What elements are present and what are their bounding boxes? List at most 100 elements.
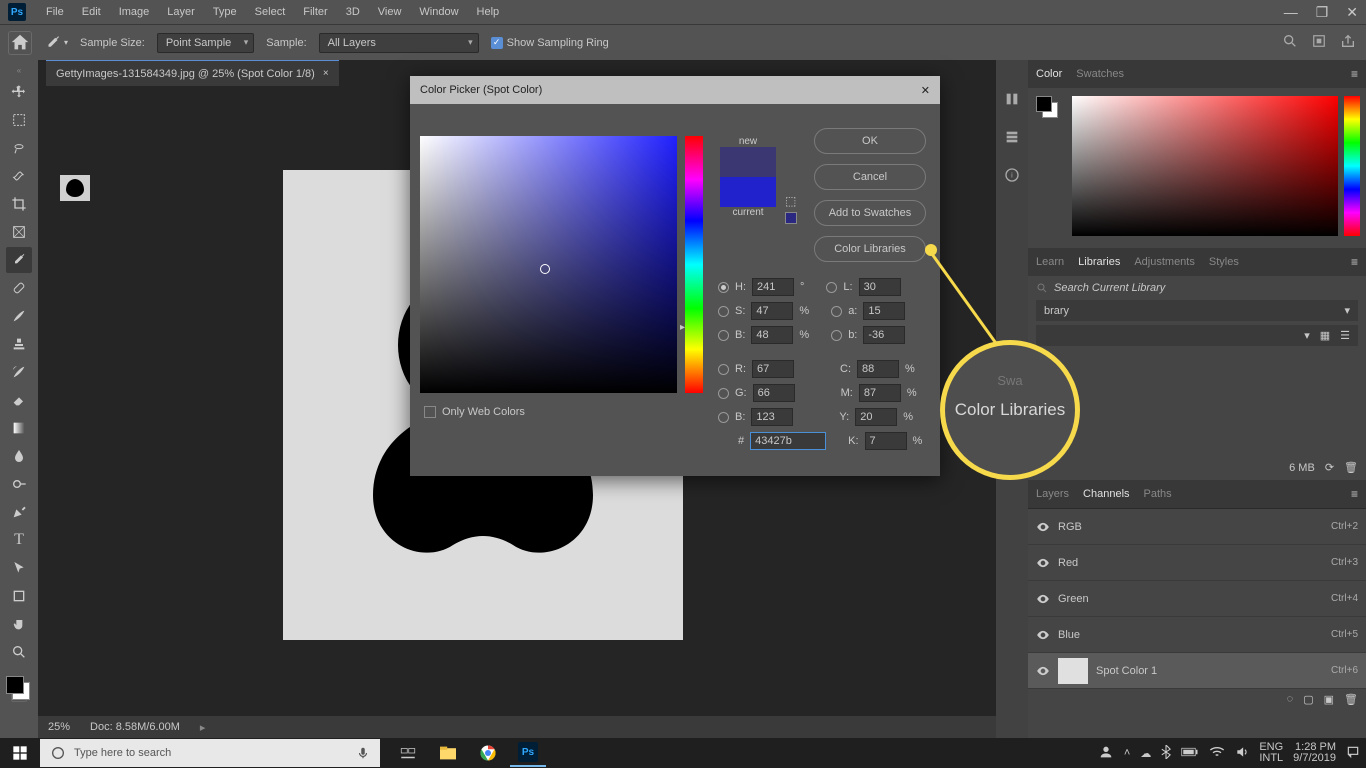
library-subdropdown[interactable]: ▾▦☰ — [1036, 325, 1358, 346]
eye-icon[interactable] — [1036, 628, 1050, 642]
clock[interactable]: 1:28 PM9/7/2019 — [1293, 742, 1336, 764]
share-icon[interactable] — [1340, 33, 1356, 52]
menu-view[interactable]: View — [370, 3, 410, 21]
menu-filter[interactable]: Filter — [295, 3, 335, 21]
grid-view-icon[interactable]: ▦ — [1320, 329, 1330, 342]
tab-learn[interactable]: Learn — [1036, 256, 1064, 268]
dialog-close-icon[interactable]: ✕ — [921, 84, 930, 97]
channel-row-red[interactable]: RedCtrl+3 — [1028, 545, 1366, 581]
photoshop-taskbar-icon[interactable]: Ps — [510, 739, 546, 767]
menu-window[interactable]: Window — [411, 3, 466, 21]
tab-channels[interactable]: Channels — [1083, 488, 1129, 500]
s-input[interactable]: 47 — [751, 302, 793, 320]
channel-row-rgb[interactable]: RGBCtrl+2 — [1028, 509, 1366, 545]
brush-tool[interactable] — [6, 303, 32, 329]
tab-layers[interactable]: Layers — [1036, 488, 1069, 500]
bluetooth-icon[interactable] — [1161, 745, 1171, 762]
cancel-button[interactable]: Cancel — [814, 164, 926, 190]
bv-input[interactable]: 48 — [751, 326, 793, 344]
blur-tool[interactable] — [6, 443, 32, 469]
add-swatches-button[interactable]: Add to Swatches — [814, 200, 926, 226]
delete-channel-icon[interactable]: 🗑 — [1344, 693, 1358, 706]
search-icon[interactable] — [1282, 33, 1298, 52]
people-icon[interactable] — [1098, 744, 1114, 763]
menu-image[interactable]: Image — [111, 3, 158, 21]
tab-adjustments[interactable]: Adjustments — [1134, 256, 1195, 268]
y-input[interactable]: 20 — [855, 408, 897, 426]
eraser-tool[interactable] — [6, 387, 32, 413]
battery-icon[interactable] — [1181, 747, 1199, 760]
bv-radio[interactable] — [718, 330, 729, 341]
shape-tool[interactable] — [6, 583, 32, 609]
g-input[interactable]: 66 — [753, 384, 795, 402]
history-brush-tool[interactable] — [6, 359, 32, 385]
color-libraries-button[interactable]: Color Libraries — [814, 236, 926, 262]
menu-edit[interactable]: Edit — [74, 3, 109, 21]
tab-styles[interactable]: Styles — [1209, 256, 1239, 268]
l-radio[interactable] — [826, 282, 837, 293]
hue-slider[interactable] — [685, 136, 703, 393]
quickmask-icon[interactable] — [1312, 34, 1326, 51]
stamp-tool[interactable] — [6, 331, 32, 357]
chrome-icon[interactable] — [470, 739, 506, 767]
a-radio[interactable] — [831, 306, 842, 317]
a-input[interactable]: 15 — [863, 302, 905, 320]
b-radio[interactable] — [831, 330, 842, 341]
close-tab-icon[interactable]: × — [323, 68, 329, 79]
zoom-tool[interactable] — [6, 639, 32, 665]
load-selection-icon[interactable]: ◌ — [1287, 693, 1294, 706]
lasso-tool[interactable] — [6, 135, 32, 161]
volume-icon[interactable] — [1235, 745, 1249, 762]
web-safe-icon[interactable]: ⬚ — [785, 194, 796, 208]
sample-dropdown[interactable]: All Layers — [319, 33, 479, 53]
healing-tool[interactable] — [6, 275, 32, 301]
dialog-titlebar[interactable]: Color Picker (Spot Color) ✕ — [410, 76, 940, 104]
minimize-button[interactable]: — — [1284, 4, 1298, 20]
dock-icon-2[interactable] — [1003, 128, 1021, 146]
color-spectrum[interactable] — [1072, 96, 1338, 236]
explorer-icon[interactable] — [430, 739, 466, 767]
tray-chevron-icon[interactable]: ˄ — [1124, 747, 1130, 759]
sample-size-dropdown[interactable]: Point Sample — [157, 33, 254, 53]
current-color-swatch[interactable] — [720, 177, 776, 207]
hex-input[interactable]: 43427b — [750, 432, 826, 450]
r-input[interactable]: 67 — [752, 360, 794, 378]
mic-icon[interactable] — [356, 746, 370, 760]
eyedropper-tool[interactable] — [6, 247, 32, 273]
channel-row-spot[interactable]: Spot Color 1Ctrl+6 — [1028, 653, 1366, 689]
c-input[interactable]: 88 — [857, 360, 899, 378]
menu-select[interactable]: Select — [247, 3, 294, 21]
wifi-icon[interactable] — [1209, 746, 1225, 761]
save-selection-icon[interactable]: ▢ — [1303, 693, 1313, 706]
task-view-icon[interactable] — [390, 739, 426, 767]
dock-icon-1[interactable] — [1003, 90, 1021, 108]
notifications-icon[interactable] — [1346, 745, 1360, 762]
onedrive-icon[interactable]: ☁ — [1140, 747, 1151, 760]
quick-select-tool[interactable] — [6, 163, 32, 189]
h-input[interactable]: 241 — [752, 278, 794, 296]
menu-file[interactable]: File — [38, 3, 72, 21]
tab-color[interactable]: Color — [1036, 68, 1062, 80]
library-search[interactable]: Search Current Library — [1036, 282, 1358, 294]
channel-row-blue[interactable]: BlueCtrl+5 — [1028, 617, 1366, 653]
type-tool[interactable]: T — [6, 527, 32, 553]
ok-button[interactable]: OK — [814, 128, 926, 154]
eye-icon[interactable] — [1036, 520, 1050, 534]
pen-tool[interactable] — [6, 499, 32, 525]
menu-type[interactable]: Type — [205, 3, 245, 21]
panel-menu-icon[interactable]: ≡ — [1351, 255, 1358, 269]
nearest-web-swatch[interactable] — [785, 212, 797, 224]
dodge-tool[interactable] — [6, 471, 32, 497]
menu-help[interactable]: Help — [469, 3, 508, 21]
start-button[interactable] — [0, 745, 40, 761]
list-view-icon[interactable]: ☰ — [1340, 329, 1350, 342]
r-radio[interactable] — [718, 364, 729, 375]
eye-icon[interactable] — [1036, 592, 1050, 606]
document-tab[interactable]: GettyImages-131584349.jpg @ 25% (Spot Co… — [46, 60, 339, 86]
status-caret-icon[interactable]: ▸ — [200, 721, 206, 734]
frame-tool[interactable] — [6, 219, 32, 245]
k-input[interactable]: 7 — [865, 432, 907, 450]
bb-input[interactable]: 123 — [751, 408, 793, 426]
tab-paths[interactable]: Paths — [1144, 488, 1172, 500]
h-radio[interactable] — [718, 282, 729, 293]
